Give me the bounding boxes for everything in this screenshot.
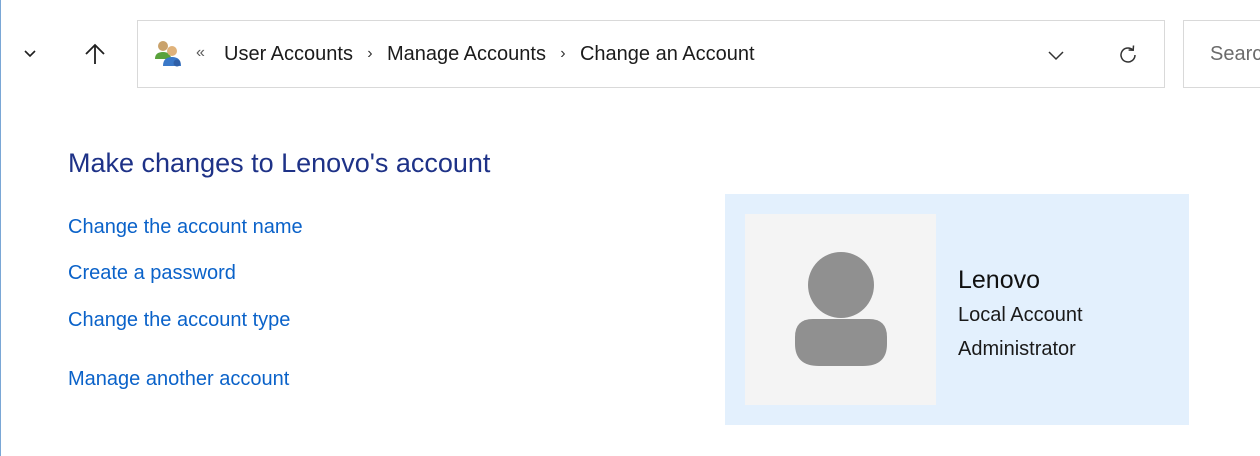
control-panel-window: « User Accounts › Manage Accounts › Chan… (0, 0, 1260, 456)
breadcrumb: User Accounts › Manage Accounts › Change… (224, 21, 755, 87)
up-arrow-icon (85, 43, 105, 64)
change-account-type-link[interactable]: Change the account type (68, 307, 290, 333)
search-input[interactable]: Search (1183, 20, 1260, 88)
account-role-label: Administrator (958, 338, 1076, 360)
user-accounts-icon (155, 41, 181, 67)
refresh-button[interactable] (1108, 35, 1148, 75)
address-dropdown-button[interactable] (1036, 35, 1076, 75)
address-bar[interactable]: « User Accounts › Manage Accounts › Chan… (137, 20, 1165, 88)
chevron-down-icon (1048, 51, 1064, 61)
address-overflow-chevron[interactable]: « (196, 43, 205, 63)
avatar (745, 214, 936, 405)
account-tile: Lenovo Local Account Administrator (725, 194, 1189, 425)
search-placeholder: Search (1210, 43, 1260, 65)
breadcrumb-manage-accounts[interactable]: Manage Accounts (387, 43, 546, 66)
create-password-link[interactable]: Create a password (68, 260, 236, 286)
user-avatar-icon (795, 252, 887, 366)
recent-locations-button[interactable] (15, 34, 45, 74)
navigation-bar: « User Accounts › Manage Accounts › Chan… (1, 0, 1260, 108)
page-title: Make changes to Lenovo's account (68, 148, 491, 178)
up-button[interactable] (77, 34, 113, 74)
account-type-label: Local Account (958, 304, 1083, 326)
breadcrumb-change-an-account[interactable]: Change an Account (580, 43, 755, 66)
manage-another-account-link[interactable]: Manage another account (68, 366, 289, 392)
breadcrumb-user-accounts[interactable]: User Accounts (224, 43, 353, 66)
breadcrumb-separator-icon[interactable]: › (546, 45, 580, 63)
change-account-name-link[interactable]: Change the account name (68, 214, 303, 240)
refresh-icon (1120, 45, 1136, 63)
chevron-down-icon (24, 50, 36, 58)
account-name: Lenovo (958, 266, 1041, 294)
breadcrumb-separator-icon[interactable]: › (353, 45, 387, 63)
